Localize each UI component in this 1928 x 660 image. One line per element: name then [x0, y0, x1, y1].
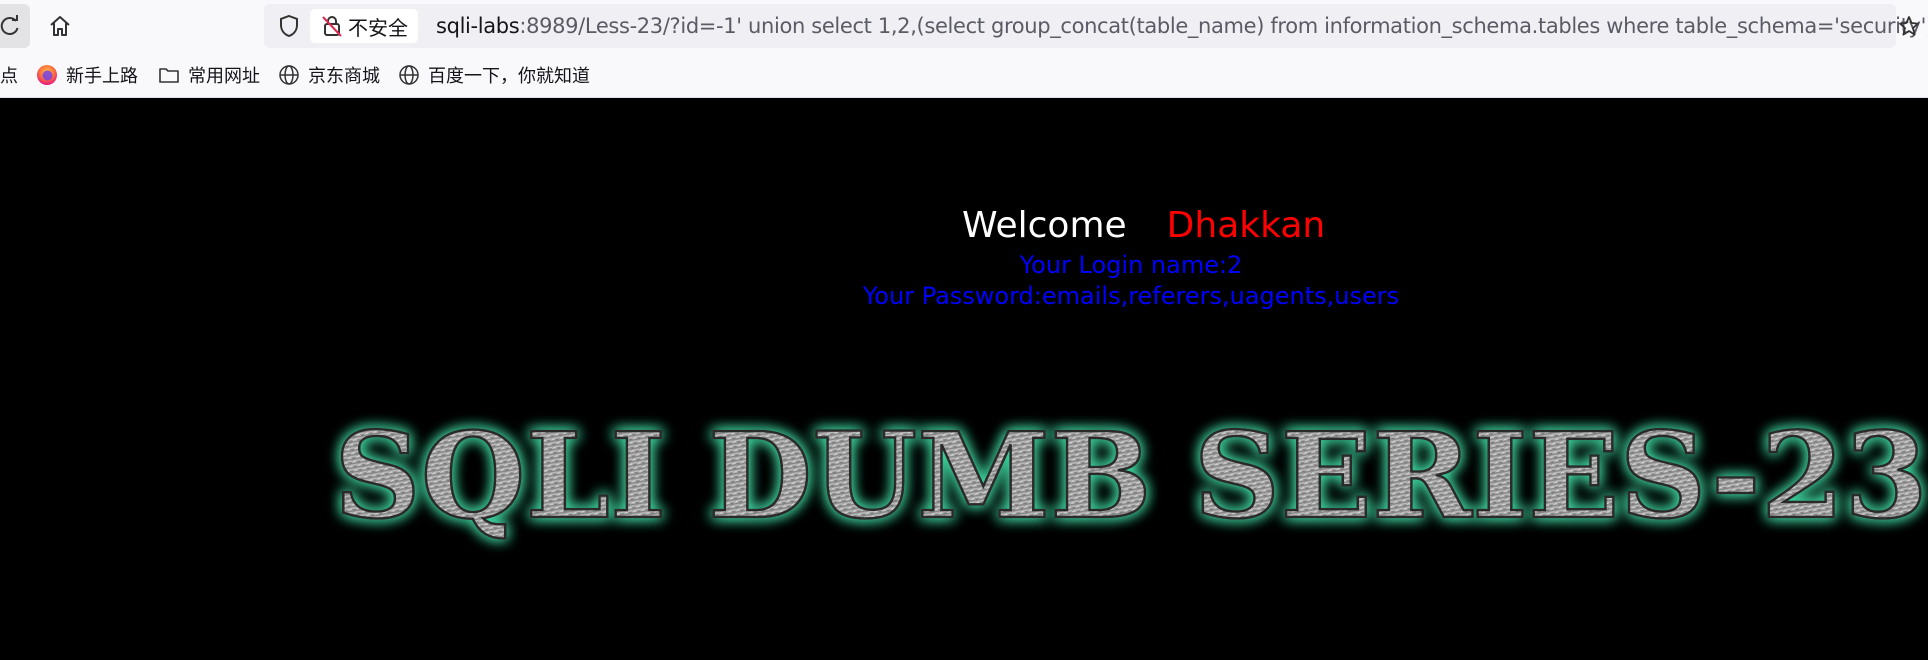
globe-icon — [279, 65, 299, 85]
bookmark-item-jd[interactable]: 京东商城 — [278, 52, 380, 98]
series-banner-image: SQLI DUMB SERIES-23 — [333, 405, 1928, 547]
login-name-result: Your Login name:2 — [1019, 251, 1243, 279]
bookmark-folder-common-sites[interactable]: 常用网址 — [158, 52, 260, 98]
password-result: Your Password:emails,referers,uagents,us… — [862, 282, 1400, 310]
welcome-text: Welcome — [962, 205, 1127, 246]
bookmark-label: 京东商城 — [308, 66, 380, 87]
url-path: :8989/Less-23/?id=-1' union select 1,2,(… — [519, 14, 1928, 38]
bookmark-label: 常用网址 — [188, 66, 260, 87]
bookmarks-bar: 点 新手上路 常用网址 京东商城 百度一下，你就知道 — [0, 52, 1928, 98]
insecure-label: 不安全 — [348, 15, 408, 40]
star-icon — [1899, 16, 1919, 36]
home-button[interactable] — [40, 4, 80, 48]
bookmark-label: 新手上路 — [66, 66, 138, 87]
firefox-icon — [37, 65, 57, 85]
url-text[interactable]: sqli-labs:8989/Less-23/?id=-1' union sel… — [436, 4, 1928, 48]
bookmark-label: 百度一下，你就知道 — [428, 66, 590, 87]
reload-button[interactable] — [0, 4, 30, 48]
welcome-line: Welcome Dhakkan — [962, 205, 1325, 251]
reload-icon — [0, 15, 19, 35]
bookmark-star-button[interactable] — [1890, 4, 1928, 48]
folder-icon — [159, 68, 179, 83]
bookmark-item[interactable]: 点 — [0, 52, 18, 98]
banner-text: SQLI DUMB SERIES-23 — [334, 406, 1928, 545]
series-banner: SQLI DUMB SERIES-23 — [330, 399, 1928, 549]
insecure-connection-button[interactable]: 不安全 — [310, 9, 418, 43]
bookmark-item-baidu[interactable]: 百度一下，你就知道 — [398, 52, 590, 98]
insecure-lock-icon — [322, 16, 342, 37]
bookmark-label: 点 — [0, 66, 18, 87]
browser-toolbar: 不安全 sqli-labs:8989/Less-23/?id=-1' union… — [0, 0, 1928, 52]
tracking-protection-button[interactable] — [274, 4, 304, 48]
bookmark-item-getting-started[interactable]: 新手上路 — [36, 52, 138, 98]
home-icon — [50, 16, 70, 36]
url-host: sqli-labs — [436, 14, 520, 38]
page-content: Welcome Dhakkan Your Login name:2 Your Pa… — [0, 99, 1928, 660]
address-bar[interactable]: 不安全 sqli-labs:8989/Less-23/?id=-1' union… — [264, 4, 1928, 48]
welcome-name: Dhakkan — [1166, 205, 1326, 246]
shield-icon — [280, 14, 298, 38]
globe-icon — [399, 65, 419, 85]
